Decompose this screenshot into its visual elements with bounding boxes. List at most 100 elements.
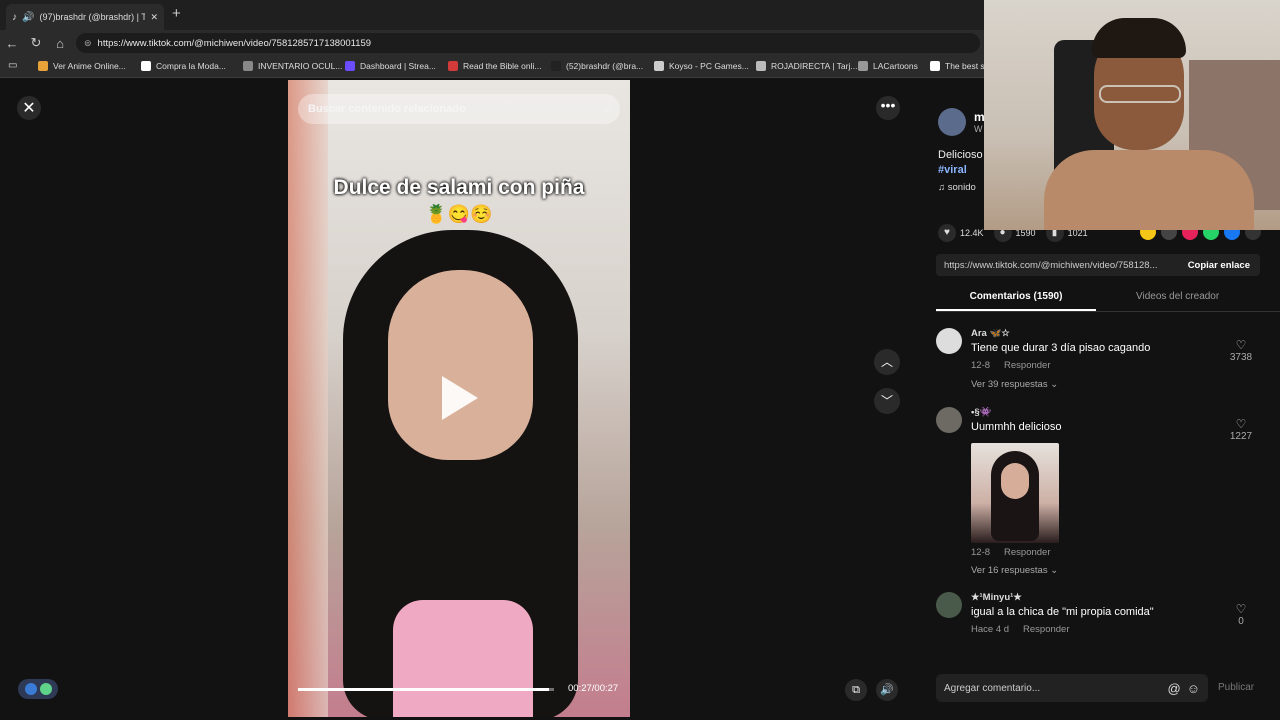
hashtag-link[interactable]: #viral <box>938 163 983 178</box>
comment-like[interactable]: ♡ 1227 <box>1226 417 1256 442</box>
video-caption-emoji: 🍍😋☺️ <box>425 204 493 224</box>
comment-like-count: 0 <box>1238 616 1244 627</box>
related-search-input[interactable] <box>308 103 604 115</box>
video-subject-face <box>388 270 533 460</box>
search-icon[interactable]: ⌕ <box>603 102 610 117</box>
bookmark-favicon-icon <box>243 61 253 71</box>
bookmark-favicon-icon <box>141 61 151 71</box>
bookmark-label: Compra la Moda... <box>156 61 226 71</box>
speaker-icon[interactable]: 🔊 <box>22 12 34 23</box>
comment-date: Hace 4 d <box>971 624 1010 635</box>
bookmark-favicon-icon <box>858 61 868 71</box>
bookmark-label: ROJADIRECTA | Tarj... <box>771 61 858 71</box>
volume-icon[interactable]: 🔊 <box>876 679 898 701</box>
bookmarks-menu-icon[interactable]: ▭ <box>8 60 17 71</box>
webcam-person-hair <box>1092 18 1186 58</box>
back-icon[interactable]: ← <box>0 36 24 51</box>
bookmark-label: Koyso - PC Games... <box>669 61 749 71</box>
reload-icon[interactable]: ↻ <box>24 35 48 51</box>
bookmark-label: Dashboard | Strea... <box>360 61 436 71</box>
commenter-name[interactable]: •§👾 <box>971 407 991 418</box>
commenter-name[interactable]: ★¹Minyu¹★ <box>971 592 1022 603</box>
author-avatar[interactable] <box>938 108 966 136</box>
tab-comments[interactable]: Comentarios (1590) <box>936 291 1096 311</box>
author-block[interactable]: m W <box>938 108 985 136</box>
view-replies-link[interactable]: Ver 16 respuestas ⌄ <box>971 565 1058 576</box>
video-player[interactable]: ⌕ Dulce de salami con piña 🍍😋☺️ 00:27/00… <box>288 80 630 717</box>
bookmark-item[interactable]: Compra la Moda... <box>141 61 226 71</box>
bookmark-label: INVENTARIO OCUL... <box>258 61 343 71</box>
bookmark-favicon-icon <box>654 61 664 71</box>
reply-button[interactable]: Responder <box>1004 360 1050 371</box>
heart-outline-icon[interactable]: ♡ <box>1226 338 1256 352</box>
tab-creator-videos[interactable]: Videos del creador <box>1136 291 1219 302</box>
bookmark-label: Ver Anime Online... <box>53 61 126 71</box>
bookmark-item[interactable]: LACartoons <box>858 61 918 71</box>
next-video-button[interactable]: ﹀ <box>874 388 900 414</box>
commenter-avatar[interactable] <box>936 592 962 618</box>
description-text: Delicioso <box>938 149 983 161</box>
like-count: 12.4K <box>960 228 984 238</box>
copy-link-button[interactable]: Copiar enlace <box>1178 260 1260 271</box>
extension-badge[interactable] <box>18 679 58 699</box>
new-tab-button[interactable]: + <box>172 5 181 22</box>
bookmark-label: LACartoons <box>873 61 918 71</box>
video-link-text: https://www.tiktok.com/@michiwen/video/7… <box>944 259 1158 271</box>
bookmark-item[interactable]: (52)brashdr (@bra... <box>551 61 643 71</box>
browser-tab[interactable]: ♪ 🔊 (97)brashdr (@brashdr) | TikTo ✕ <box>6 4 164 30</box>
reply-button[interactable]: Responder <box>1023 624 1069 635</box>
bookmark-item[interactable]: Koyso - PC Games... <box>654 61 749 71</box>
close-tab-icon[interactable]: ✕ <box>150 12 158 23</box>
site-info-icon[interactable]: ⊜ <box>84 38 92 49</box>
comment-text: Uummhh delicioso <box>971 421 1062 433</box>
pip-icon[interactable]: ⧉ <box>845 679 867 701</box>
publish-button[interactable]: Publicar <box>1218 682 1254 693</box>
bookmark-item[interactable]: Dashboard | Strea... <box>345 61 436 71</box>
bookmark-item[interactable]: Ver Anime Online... <box>38 61 126 71</box>
home-icon[interactable]: ⌂ <box>48 36 72 51</box>
close-video-button[interactable]: ✕ <box>17 96 41 120</box>
heart-icon: ♥ <box>938 224 956 242</box>
bookmark-label: (52)brashdr (@bra... <box>566 61 644 71</box>
extension-icon <box>24 683 37 695</box>
emoji-icon[interactable]: ☺ <box>1187 681 1200 696</box>
progress-fill <box>298 688 549 691</box>
mention-icon[interactable]: @ <box>1168 681 1181 696</box>
comment-like[interactable]: ♡ 0 <box>1226 602 1256 627</box>
bookmark-item[interactable]: ROJADIRECTA | Tarj... <box>756 61 857 71</box>
bookmark-label: Read the Bible onli... <box>463 61 542 71</box>
bookmark-favicon-icon <box>448 61 458 71</box>
add-comment-input[interactable] <box>944 682 1162 694</box>
bookmark-label: The best st <box>945 61 988 71</box>
like-action[interactable]: ♥ 12.4K <box>938 224 984 242</box>
commenter-name[interactable]: Ara 🦋☆ <box>971 328 1010 339</box>
heart-outline-icon[interactable]: ♡ <box>1226 417 1256 431</box>
related-search-box[interactable]: ⌕ <box>298 94 620 124</box>
comment-meta: 12-8 Responder <box>971 360 1051 371</box>
previous-video-button[interactable]: ︿ <box>874 349 900 375</box>
heart-outline-icon[interactable]: ♡ <box>1226 602 1256 616</box>
video-progress-bar[interactable] <box>298 688 554 691</box>
more-options-button[interactable]: ••• <box>876 96 900 120</box>
video-description: Delicioso #viral <box>938 148 983 178</box>
sound-link[interactable]: ♫ sonido <box>938 182 976 193</box>
commenter-avatar[interactable] <box>936 407 962 433</box>
reply-button[interactable]: Responder <box>1004 547 1050 558</box>
bookmark-item[interactable]: Read the Bible onli... <box>448 61 541 71</box>
bookmark-item[interactable]: The best st <box>930 61 987 71</box>
video-subject-shirt <box>393 600 533 717</box>
view-replies-link[interactable]: Ver 39 respuestas ⌄ <box>971 379 1058 390</box>
bookmark-favicon-icon <box>38 61 48 71</box>
commenter-avatar[interactable] <box>936 328 962 354</box>
comment-meta: Hace 4 d Responder <box>971 624 1070 635</box>
comment-date: 12-8 <box>971 547 991 558</box>
comment-like-count: 3738 <box>1229 352 1253 363</box>
url-field[interactable]: ⊜ https://www.tiktok.com/@michiwen/video… <box>76 33 980 53</box>
bookmark-item[interactable]: INVENTARIO OCUL... <box>243 61 342 71</box>
add-comment-box[interactable]: @ ☺ <box>936 674 1208 702</box>
bookmark-favicon-icon <box>345 61 355 71</box>
tab-title: (97)brashdr (@brashdr) | TikTo <box>39 12 146 22</box>
comment-image[interactable] <box>971 443 1059 543</box>
play-icon[interactable] <box>442 376 478 420</box>
comment-like[interactable]: ♡ 3738 <box>1226 338 1256 363</box>
